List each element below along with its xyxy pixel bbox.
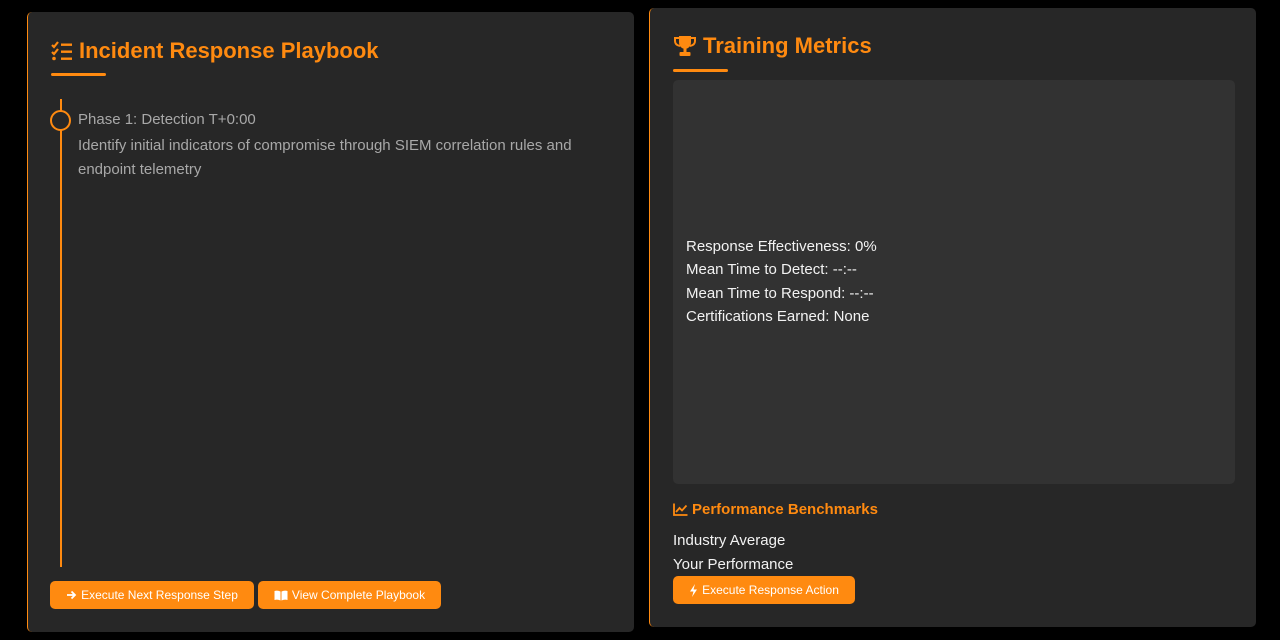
playbook-title: Incident Response Playbook — [51, 38, 379, 64]
line-chart-icon — [673, 503, 688, 516]
execute-next-step-button[interactable]: Execute Next Response Step — [50, 581, 254, 609]
response-effectiveness: Response Effectiveness: 0% — [686, 238, 877, 255]
arrow-right-icon — [66, 590, 77, 600]
playbook-title-text: Incident Response Playbook — [79, 38, 379, 63]
benchmarks-heading: Performance Benchmarks — [673, 501, 878, 518]
certifications-earned: Certifications Earned: None — [686, 308, 870, 325]
phase-description: Identify initial indicators of compromis… — [78, 137, 572, 178]
bolt-icon — [689, 583, 698, 597]
metrics-panel: Training Metrics Response Effectiveness:… — [649, 8, 1256, 627]
benchmark-industry-average: Industry Average — [673, 532, 786, 549]
metrics-title: Training Metrics — [673, 33, 872, 59]
timeline-marker — [50, 110, 71, 131]
mean-time-to-detect: Mean Time to Detect: --:-- — [686, 261, 857, 278]
phase-title: Phase 1: Detection T+0:00 — [78, 111, 256, 128]
execute-response-action-button[interactable]: Execute Response Action — [673, 576, 855, 604]
execute-next-step-label: Execute Next Response Step — [81, 588, 238, 602]
metrics-title-text: Training Metrics — [703, 33, 872, 58]
mean-time-to-respond: Mean Time to Respond: --:-- — [686, 285, 874, 302]
title-underline — [673, 69, 728, 72]
metrics-display: Response Effectiveness: 0% Mean Time to … — [673, 80, 1235, 484]
trophy-icon — [673, 35, 697, 57]
execute-response-action-label: Execute Response Action — [702, 583, 839, 597]
book-open-icon — [274, 590, 288, 601]
view-playbook-label: View Complete Playbook — [291, 588, 426, 602]
benchmark-your-performance: Your Performance — [673, 556, 794, 573]
playbook-panel: Incident Response Playbook Phase 1: Dete… — [27, 12, 634, 632]
timeline-line — [60, 99, 62, 567]
view-playbook-button[interactable]: View Complete Playbook — [258, 581, 441, 609]
benchmarks-title: Performance Benchmarks — [692, 501, 878, 518]
list-check-icon — [51, 41, 73, 61]
title-underline — [51, 73, 106, 76]
